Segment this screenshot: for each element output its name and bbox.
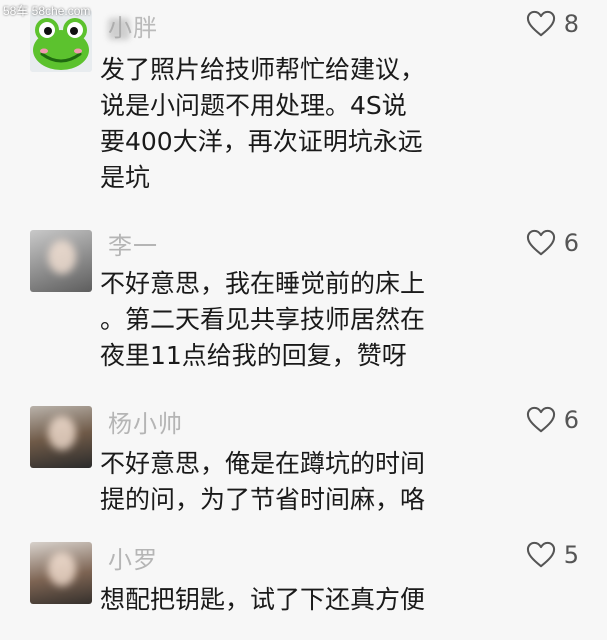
avatar-blur (48, 416, 76, 450)
comment-line: 发了照片给技师帮忙给建议， (100, 55, 426, 84)
commenter-name-text: 杨小帅 (108, 410, 183, 438)
comment-line: 提的问，为了节省时间麻，咯 (100, 485, 426, 514)
heart-outline-icon (526, 406, 555, 433)
heart-outline-icon (526, 229, 555, 256)
like-count: 6 (563, 406, 579, 434)
avatar-blur (48, 552, 76, 586)
comment-line: 。第二天看见共享技师居然在 (100, 305, 426, 334)
commenter-name[interactable]: 小胖 (108, 8, 158, 43)
commenter-name-text: 小胖 (108, 14, 158, 42)
heart-outline-icon (526, 541, 555, 568)
like-count: 6 (563, 229, 579, 257)
commenter-name[interactable]: 杨小帅 (108, 404, 183, 439)
comment-text: 发了照片给技师帮忙给建议， 说是小问题不用处理。4S说 要400大洋，再次证明坑… (100, 52, 510, 196)
like-button[interactable]: 6 (526, 228, 579, 258)
comment-line: 说是小问题不用处理。4S说 (100, 91, 407, 120)
avatar[interactable] (30, 542, 92, 604)
comment-line: 夜里11点给我的回复，赞呀 (100, 341, 407, 370)
comment-text: 想配把钥匙，试了下还真方便 (100, 582, 510, 618)
like-button[interactable]: 5 (526, 540, 579, 570)
like-button[interactable]: 6 (526, 405, 579, 435)
like-count: 8 (563, 10, 579, 38)
comment-line: 不好意思，俺是在蹲坑的时间 (100, 449, 426, 478)
commenter-name[interactable]: 小罗 (108, 540, 158, 575)
avatar-blur (48, 240, 76, 274)
avatar[interactable] (30, 10, 92, 72)
commenter-name[interactable]: 李一 (108, 226, 158, 261)
avatar[interactable] (30, 230, 92, 292)
comment-line: 不好意思，我在睡觉前的床上 (100, 269, 426, 298)
comment-line: 是坑 (100, 163, 151, 192)
comment-text: 不好意思，俺是在蹲坑的时间 提的问，为了节省时间麻，咯 (100, 446, 510, 518)
avatar[interactable] (30, 406, 92, 468)
commenter-name-text: 李一 (108, 232, 158, 260)
like-count: 5 (563, 541, 579, 569)
like-button[interactable]: 8 (526, 9, 579, 39)
watermark: 58车 58che.com (3, 4, 91, 18)
heart-outline-icon (526, 10, 555, 37)
comment-text: 不好意思，我在睡觉前的床上 。第二天看见共享技师居然在 夜里11点给我的回复，赞… (100, 266, 510, 374)
commenter-name-text: 小罗 (108, 546, 158, 574)
frog-avatar-icon (30, 10, 92, 72)
comment-line: 想配把钥匙，试了下还真方便 (100, 585, 426, 614)
comment-line: 要400大洋，再次证明坑永远 (100, 127, 423, 156)
